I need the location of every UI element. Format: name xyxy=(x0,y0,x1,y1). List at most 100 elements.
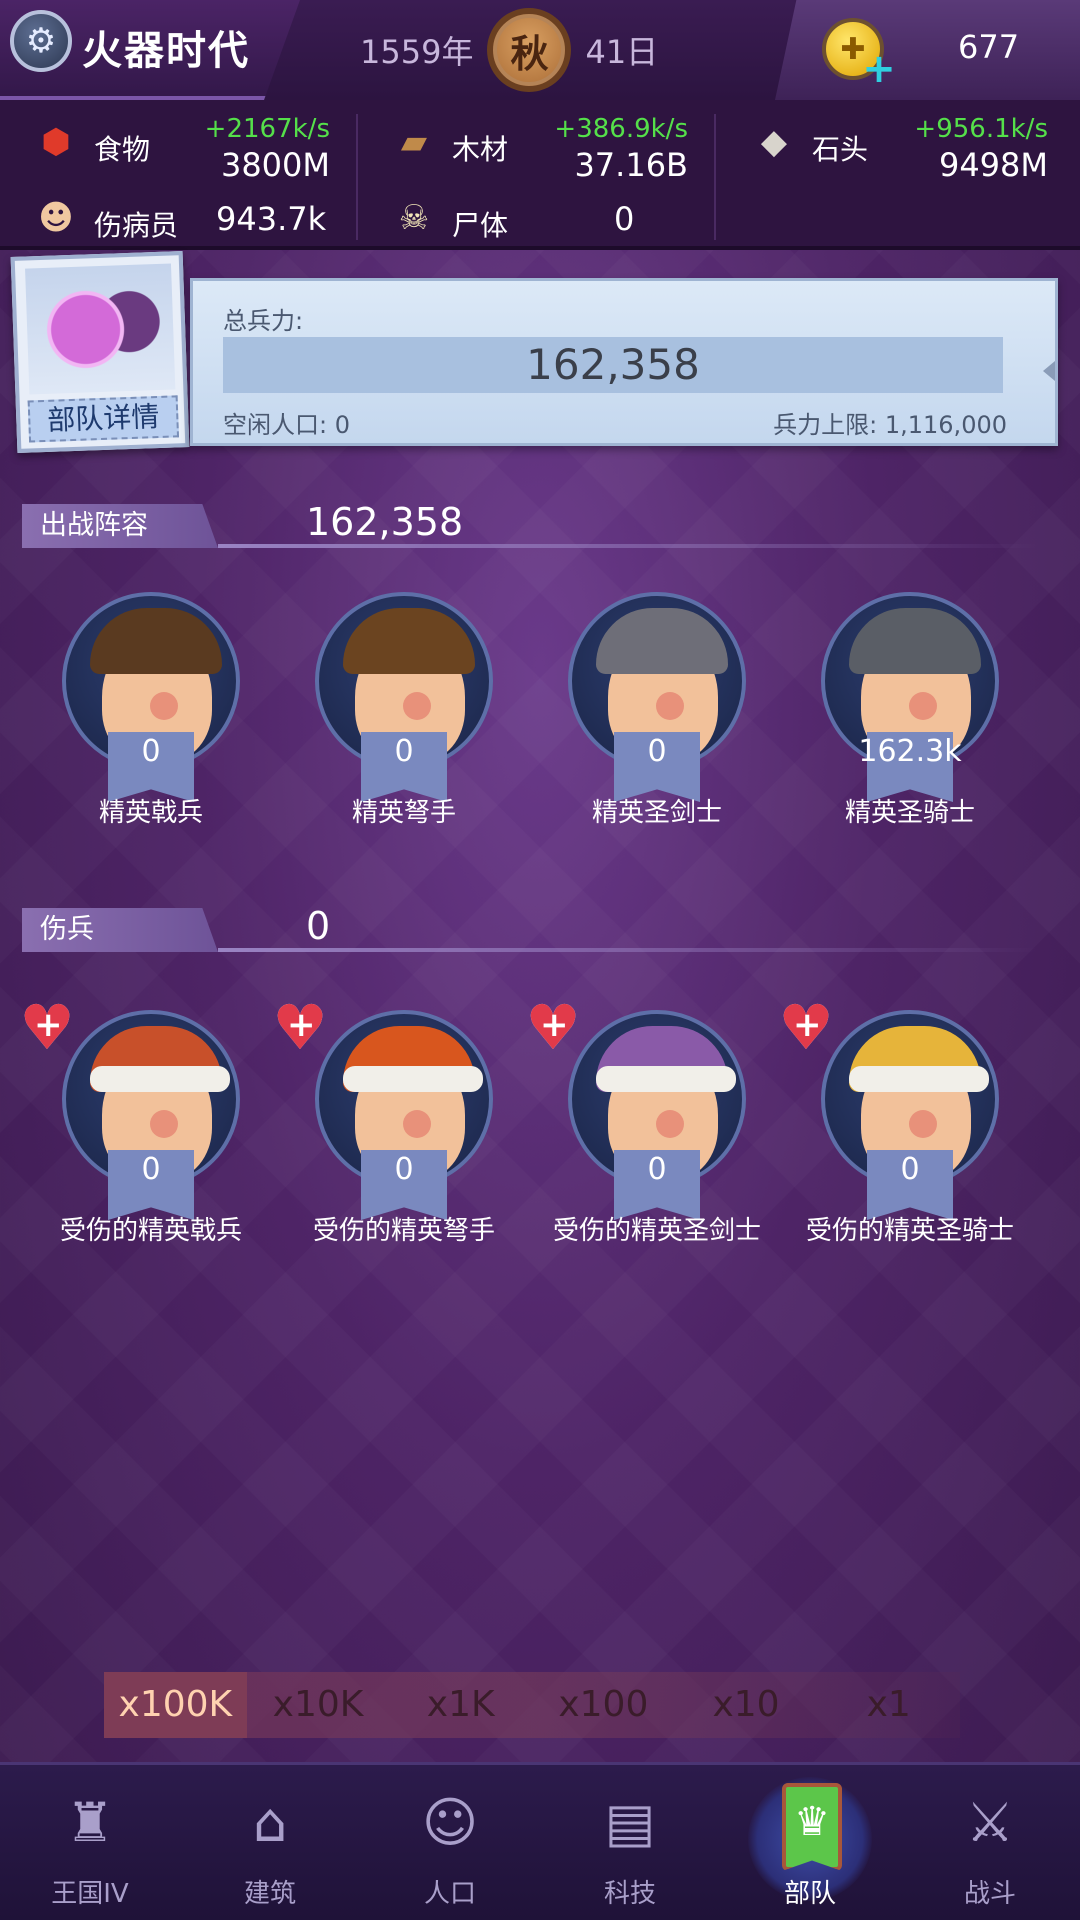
resource-stone[interactable]: ◆ 石头 +956.1k/s 9498M xyxy=(752,114,1048,184)
nav-label: 人口 xyxy=(423,1879,476,1909)
total-troops-label: 总兵力: xyxy=(223,307,304,335)
resource-rate: +2167k/s xyxy=(204,114,330,144)
nav-label: 科技 xyxy=(603,1879,656,1909)
resource-food[interactable]: ⬢ 食物 +2167k/s 3800M xyxy=(34,114,330,184)
coin-plate xyxy=(775,0,1080,100)
person-icon: ☺ xyxy=(421,1791,479,1854)
nav-item[interactable]: ⌂ 建筑 xyxy=(180,1765,360,1920)
unit-hair xyxy=(343,608,475,674)
section-divider xyxy=(218,544,1038,548)
multiplier-x100k[interactable]: x100K xyxy=(104,1672,247,1738)
resource-label: 石头 xyxy=(812,133,869,166)
heal-heart-icon[interactable]: ♥ + xyxy=(269,997,331,1059)
date-display: 1559年 秋 41日 xyxy=(360,8,659,92)
castle-icon: ♜ xyxy=(65,1791,115,1854)
resource-label: 木材 xyxy=(452,133,509,166)
resource-amount: 3800M xyxy=(220,146,330,184)
heal-heart-icon[interactable]: ♥ + xyxy=(775,997,837,1059)
unit-count: 162.3k xyxy=(858,734,962,769)
multiplier-x1[interactable]: x1 xyxy=(817,1672,960,1738)
unit-card[interactable]: 162.3k 精英圣骑士 xyxy=(783,582,1033,852)
unit-card[interactable]: 0 受伤的精英圣骑士 ♥ + xyxy=(778,997,1033,1270)
unit-count: 0 xyxy=(900,1152,920,1187)
section-total: 162,358 xyxy=(306,500,464,544)
unit-nose xyxy=(909,692,937,720)
unit-name: 精英弩手 xyxy=(351,798,456,828)
resource-wounded[interactable]: ☻ 伤病员 943.7k xyxy=(34,190,330,250)
section-divider xyxy=(218,948,1038,952)
panel-arrow-icon xyxy=(1043,361,1055,381)
unit-name: 精英圣骑士 xyxy=(844,798,975,828)
multiplier-x10k[interactable]: x10K xyxy=(247,1672,390,1738)
heal-heart-icon[interactable]: ♥ + xyxy=(16,997,78,1059)
nav-label: 王国IV xyxy=(51,1879,129,1909)
unit-name: 受伤的精英圣剑士 xyxy=(552,1216,761,1246)
year-label: 1559年 xyxy=(360,33,474,71)
unit-count: 0 xyxy=(394,734,414,769)
unit-name: 受伤的精英戟兵 xyxy=(59,1216,242,1246)
unit-card[interactable]: 0 精英圣剑士 xyxy=(530,582,780,852)
plus-icon: + xyxy=(793,1005,822,1045)
resource-label: 食物 xyxy=(94,133,151,166)
unit-card[interactable]: 0 受伤的精英圣剑士 ♥ + xyxy=(525,997,780,1270)
section-title: 伤兵 xyxy=(22,908,218,952)
nav-item[interactable]: ☺ 人口 xyxy=(360,1765,540,1920)
stone-icon: ◆ xyxy=(760,122,788,162)
unit-card[interactable]: 0 精英戟兵 xyxy=(24,582,274,852)
resource-corpse[interactable]: ☠ 尸体 0 xyxy=(392,190,688,250)
bottom-navigation: ♜ 王国IV ⌂ 建筑 ☺ 人口 ▤ 科技 ♛ 部队 ⚔ 战斗 xyxy=(0,1762,1080,1920)
resource-rate: +956.1k/s xyxy=(914,114,1048,144)
day-label: 41日 xyxy=(585,33,659,71)
plus-icon: + xyxy=(287,1005,316,1045)
nav-label: 部队 xyxy=(783,1879,836,1909)
section-title: 出战阵容 xyxy=(22,504,218,548)
nav-label: 战斗 xyxy=(963,1879,1016,1909)
heal-heart-icon[interactable]: ♥ + xyxy=(522,997,584,1059)
resource-label: 伤病员 xyxy=(94,209,179,242)
bandage xyxy=(90,1066,230,1092)
unit-card[interactable]: 0 受伤的精英戟兵 ♥ + xyxy=(19,997,274,1270)
unit-nose xyxy=(656,692,684,720)
resource-wood[interactable]: ▰ 木材 +386.9k/s 37.16B xyxy=(392,114,688,184)
deployed-section-header: 出战阵容 162,358 xyxy=(22,500,1038,548)
coin-value: 677 xyxy=(958,28,1020,66)
troop-detail-card[interactable]: 部队详情 xyxy=(10,251,190,453)
nav-item[interactable]: ⚔ 战斗 xyxy=(900,1765,1080,1920)
troop-detail-button[interactable]: 部队详情 xyxy=(27,395,180,443)
book-icon: ▤ xyxy=(604,1791,656,1854)
unit-name: 受伤的精英弩手 xyxy=(312,1216,495,1246)
wood-logs-icon: ▰ xyxy=(400,122,428,162)
unit-hair xyxy=(596,608,728,674)
idle-population: 空闲人口: 0 xyxy=(223,411,350,439)
multiplier-x1k[interactable]: x1K xyxy=(389,1672,532,1738)
wounded-section-header: 伤兵 0 xyxy=(22,904,1038,952)
nav-item[interactable]: ♛ 部队 xyxy=(720,1765,900,1920)
knight-avatar xyxy=(25,263,176,395)
revolver-icon[interactable]: ⚙ xyxy=(10,10,72,72)
add-coin-icon[interactable]: + xyxy=(862,49,896,89)
unit-card[interactable]: 0 精英弩手 xyxy=(277,582,527,852)
nav-item[interactable]: ▤ 科技 xyxy=(540,1765,720,1920)
crossed-swords-icon: ⚔ xyxy=(965,1791,1015,1854)
multiplier-x100[interactable]: x100 xyxy=(532,1672,675,1738)
unit-nose xyxy=(909,1110,937,1138)
unit-count: 0 xyxy=(141,734,161,769)
bandage xyxy=(343,1066,483,1092)
game-era-title: 火器时代 xyxy=(82,28,250,74)
unit-count: 0 xyxy=(394,1152,414,1187)
total-troops-value: 162,358 xyxy=(223,337,1003,393)
resource-amount: 0 xyxy=(614,200,635,238)
nav-item[interactable]: ♜ 王国IV xyxy=(0,1765,180,1920)
unit-count: 0 xyxy=(647,734,667,769)
unit-nose xyxy=(656,1110,684,1138)
nav-label: 建筑 xyxy=(243,1879,296,1909)
resource-amount: 9498M xyxy=(938,146,1048,184)
unit-card[interactable]: 0 受伤的精英弩手 ♥ + xyxy=(272,997,527,1270)
unit-nose xyxy=(150,1110,178,1138)
multiplier-x10[interactable]: x10 xyxy=(675,1672,818,1738)
plus-icon: + xyxy=(34,1005,63,1045)
resource-rate: +386.9k/s xyxy=(554,114,688,144)
troop-summary-panel: 总兵力: 162,358 空闲人口: 0 兵力上限: 1,116,000 xyxy=(190,278,1058,446)
unit-hair xyxy=(90,608,222,674)
quantity-multiplier-bar: x100K x10K x1K x100 x10 x1 xyxy=(104,1672,960,1738)
